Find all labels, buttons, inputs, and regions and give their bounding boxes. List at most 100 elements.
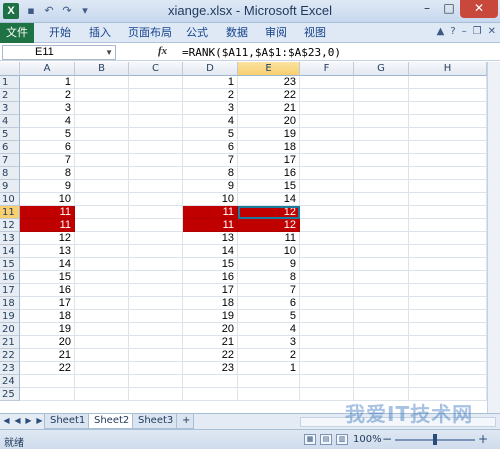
- cell-d24[interactable]: [183, 375, 238, 388]
- cell-f7[interactable]: [300, 154, 354, 167]
- cell-g22[interactable]: [354, 349, 409, 362]
- cell-b4[interactable]: [75, 115, 129, 128]
- cell-d15[interactable]: 15: [183, 258, 238, 271]
- cell-b9[interactable]: [75, 180, 129, 193]
- cell-g3[interactable]: [354, 102, 409, 115]
- cell-a15[interactable]: 14: [20, 258, 75, 271]
- cell-f2[interactable]: [300, 89, 354, 102]
- cell-b15[interactable]: [75, 258, 129, 271]
- cell-e5[interactable]: 19: [238, 128, 300, 141]
- cell-e3[interactable]: 21: [238, 102, 300, 115]
- cell-f3[interactable]: [300, 102, 354, 115]
- vertical-scrollbar[interactable]: [487, 62, 500, 413]
- cell-c17[interactable]: [129, 284, 183, 297]
- cell-h20[interactable]: [409, 323, 487, 336]
- row-header[interactable]: 2: [0, 89, 20, 102]
- cell-c19[interactable]: [129, 310, 183, 323]
- cell-g12[interactable]: [354, 219, 409, 232]
- cell-b8[interactable]: [75, 167, 129, 180]
- cell-f18[interactable]: [300, 297, 354, 310]
- row-header[interactable]: 20: [0, 323, 20, 336]
- cell-h8[interactable]: [409, 167, 487, 180]
- row-header[interactable]: 24: [0, 375, 20, 388]
- select-all-corner[interactable]: [0, 62, 20, 76]
- cell-c21[interactable]: [129, 336, 183, 349]
- cell-f23[interactable]: [300, 362, 354, 375]
- cell-f21[interactable]: [300, 336, 354, 349]
- cell-f13[interactable]: [300, 232, 354, 245]
- last-sheet-icon[interactable]: ▶: [35, 416, 44, 425]
- cell-g2[interactable]: [354, 89, 409, 102]
- cell-c14[interactable]: [129, 245, 183, 258]
- cell-d18[interactable]: 18: [183, 297, 238, 310]
- cell-a1[interactable]: 1: [20, 76, 75, 89]
- cell-a7[interactable]: 7: [20, 154, 75, 167]
- cell-a8[interactable]: 8: [20, 167, 75, 180]
- sheet-tab-sheet3[interactable]: Sheet3: [132, 414, 180, 429]
- cell-e15[interactable]: 9: [238, 258, 300, 271]
- name-box[interactable]: E11 ▼: [2, 45, 116, 60]
- cell-a19[interactable]: 18: [20, 310, 75, 323]
- cell-a4[interactable]: 4: [20, 115, 75, 128]
- cell-h5[interactable]: [409, 128, 487, 141]
- cell-c20[interactable]: [129, 323, 183, 336]
- cell-d2[interactable]: 2: [183, 89, 238, 102]
- cell-h13[interactable]: [409, 232, 487, 245]
- cell-c2[interactable]: [129, 89, 183, 102]
- cell-a25[interactable]: [20, 388, 75, 401]
- cell-f6[interactable]: [300, 141, 354, 154]
- cell-b12[interactable]: [75, 219, 129, 232]
- cell-e17[interactable]: 7: [238, 284, 300, 297]
- row-header[interactable]: 19: [0, 310, 20, 323]
- cell-g23[interactable]: [354, 362, 409, 375]
- cell-c5[interactable]: [129, 128, 183, 141]
- cell-h1[interactable]: [409, 76, 487, 89]
- cell-h3[interactable]: [409, 102, 487, 115]
- column-header-g[interactable]: G: [354, 62, 409, 76]
- cell-h7[interactable]: [409, 154, 487, 167]
- cell-d17[interactable]: 17: [183, 284, 238, 297]
- cell-f20[interactable]: [300, 323, 354, 336]
- cell-c25[interactable]: [129, 388, 183, 401]
- cell-d22[interactable]: 22: [183, 349, 238, 362]
- cell-d13[interactable]: 13: [183, 232, 238, 245]
- row-header[interactable]: 7: [0, 154, 20, 167]
- cell-b20[interactable]: [75, 323, 129, 336]
- column-header-d[interactable]: D: [183, 62, 238, 76]
- cell-b22[interactable]: [75, 349, 129, 362]
- workbook-restore-icon[interactable]: ❐: [473, 26, 482, 37]
- cell-a3[interactable]: 3: [20, 102, 75, 115]
- row-header[interactable]: 3: [0, 102, 20, 115]
- cell-a2[interactable]: 2: [20, 89, 75, 102]
- cell-f24[interactable]: [300, 375, 354, 388]
- cell-b21[interactable]: [75, 336, 129, 349]
- cell-c4[interactable]: [129, 115, 183, 128]
- insert-function-icon[interactable]: fx: [158, 45, 167, 57]
- cell-a23[interactable]: 22: [20, 362, 75, 375]
- cell-f4[interactable]: [300, 115, 354, 128]
- cell-a5[interactable]: 5: [20, 128, 75, 141]
- row-header[interactable]: 15: [0, 258, 20, 271]
- cell-d20[interactable]: 20: [183, 323, 238, 336]
- cell-f15[interactable]: [300, 258, 354, 271]
- cell-h19[interactable]: [409, 310, 487, 323]
- minimize-icon[interactable]: –: [416, 0, 438, 18]
- cell-g8[interactable]: [354, 167, 409, 180]
- row-header[interactable]: 10: [0, 193, 20, 206]
- cell-c11[interactable]: [129, 206, 183, 219]
- column-header-c[interactable]: C: [129, 62, 183, 76]
- cell-c22[interactable]: [129, 349, 183, 362]
- cell-c24[interactable]: [129, 375, 183, 388]
- cell-g11[interactable]: [354, 206, 409, 219]
- cell-h24[interactable]: [409, 375, 487, 388]
- cell-e9[interactable]: 15: [238, 180, 300, 193]
- cell-h11[interactable]: [409, 206, 487, 219]
- cell-e12[interactable]: 12: [238, 219, 300, 232]
- cell-e21[interactable]: 3: [238, 336, 300, 349]
- cell-h4[interactable]: [409, 115, 487, 128]
- workbook-close-icon[interactable]: ✕: [488, 26, 496, 37]
- cell-e1[interactable]: 23: [238, 76, 300, 89]
- cell-d23[interactable]: 23: [183, 362, 238, 375]
- cell-e2[interactable]: 22: [238, 89, 300, 102]
- cell-e25[interactable]: [238, 388, 300, 401]
